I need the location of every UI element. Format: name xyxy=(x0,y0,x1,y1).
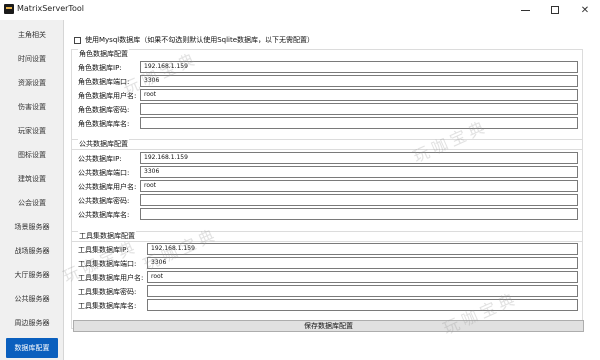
tools-db-group: 工具集数据库配置 工具集数据库IP: 192.168.1.159 工具集数据库端… xyxy=(71,231,583,329)
tools-db-password-input[interactable] xyxy=(147,285,578,297)
public-db-group-title: 公共数据库配置 xyxy=(78,139,129,149)
public-db-name-row: 公共数据库库名: xyxy=(78,208,578,220)
maximize-button[interactable] xyxy=(540,0,570,20)
tools-db-password-label: 工具集数据库密码: xyxy=(78,288,137,296)
public-db-group: 公共数据库配置 公共数据库IP: 192.168.1.159 公共数据库端口: … xyxy=(71,139,583,242)
sidebar-item-time[interactable]: 时间设置 xyxy=(0,49,64,69)
tools-db-port-label: 工具集数据库端口: xyxy=(78,260,137,268)
role-db-name-row: 角色数据库库名: xyxy=(78,117,578,129)
sidebar-item-icons[interactable]: 图标设置 xyxy=(0,145,64,165)
role-db-ip-input[interactable]: 192.168.1.159 xyxy=(140,61,578,73)
public-db-ip-row: 公共数据库IP: 192.168.1.159 xyxy=(78,152,578,164)
tools-db-user-row: 工具集数据库用户名: root xyxy=(78,271,578,283)
sidebar-item-buildings[interactable]: 建筑设置 xyxy=(0,169,64,189)
close-icon: ✕ xyxy=(580,4,590,16)
role-db-user-label: 角色数据库用户名: xyxy=(78,92,137,100)
public-db-port-label: 公共数据库端口: xyxy=(78,169,130,177)
role-db-password-label: 角色数据库密码: xyxy=(78,106,130,114)
tools-db-ip-label: 工具集数据库IP: xyxy=(78,246,129,254)
sidebar-item-database[interactable]: 数据库配置 xyxy=(6,338,58,358)
tools-db-port-input[interactable]: 3306 xyxy=(147,257,578,269)
public-db-user-row: 公共数据库用户名: root xyxy=(78,180,578,192)
public-db-password-row: 公共数据库密码: xyxy=(78,194,578,206)
minimize-button[interactable] xyxy=(510,0,540,20)
window-title: MatrixServerTool xyxy=(17,4,84,13)
close-button[interactable]: ✕ xyxy=(570,0,600,20)
public-db-ip-input[interactable]: 192.168.1.159 xyxy=(140,152,578,164)
public-db-port-input[interactable]: 3306 xyxy=(140,166,578,178)
role-db-user-row: 角色数据库用户名: root xyxy=(78,89,578,101)
sidebar-item-resources[interactable]: 资源设置 xyxy=(0,73,64,93)
role-db-name-input[interactable] xyxy=(140,117,578,129)
role-db-group-title: 角色数据库配置 xyxy=(78,49,129,59)
tools-db-ip-input[interactable]: 192.168.1.159 xyxy=(147,243,578,255)
public-db-name-input[interactable] xyxy=(140,208,578,220)
tools-db-group-title: 工具集数据库配置 xyxy=(78,231,136,241)
sidebar-item-damage[interactable]: 伤害设置 xyxy=(0,97,64,117)
role-db-port-row: 角色数据库端口: 3306 xyxy=(78,75,578,87)
tools-db-name-label: 工具集数据库库名: xyxy=(78,302,137,310)
save-db-config-button[interactable]: 保存数据库配置 xyxy=(73,320,584,332)
sidebar: 主角相关 时间设置 资源设置 伤害设置 玩家设置 图标设置 建筑设置 公会设置 … xyxy=(0,20,64,360)
app-icon xyxy=(4,4,14,14)
public-db-user-input[interactable]: root xyxy=(140,180,578,192)
tools-db-name-input[interactable] xyxy=(147,299,578,311)
sidebar-item-guild[interactable]: 公会设置 xyxy=(0,193,64,213)
sidebar-item-peripheral-server[interactable]: 周边服务器 xyxy=(0,313,64,333)
sidebar-item-battle-server[interactable]: 战场服务器 xyxy=(0,241,64,261)
maximize-icon xyxy=(551,6,559,14)
role-db-password-row: 角色数据库密码: xyxy=(78,103,578,115)
tools-db-user-input[interactable]: root xyxy=(147,271,578,283)
use-mysql-checkbox[interactable]: 使用Mysql数据库（如果不勾选则默认使用Sqlite数据库，以下无需配置） xyxy=(74,35,314,45)
tools-db-password-row: 工具集数据库密码: xyxy=(78,285,578,297)
role-db-port-input[interactable]: 3306 xyxy=(140,75,578,87)
minimize-icon xyxy=(520,9,530,11)
role-db-ip-row: 角色数据库IP: 192.168.1.159 xyxy=(78,61,578,73)
role-db-ip-label: 角色数据库IP: xyxy=(78,64,122,72)
sidebar-item-player[interactable]: 玩家设置 xyxy=(0,121,64,141)
public-db-user-label: 公共数据库用户名: xyxy=(78,183,137,191)
role-db-port-label: 角色数据库端口: xyxy=(78,78,130,86)
public-db-ip-label: 公共数据库IP: xyxy=(78,155,122,163)
sidebar-item-lobby-server[interactable]: 大厅服务器 xyxy=(0,265,64,285)
tools-db-ip-row: 工具集数据库IP: 192.168.1.159 xyxy=(78,243,578,255)
public-db-port-row: 公共数据库端口: 3306 xyxy=(78,166,578,178)
role-db-password-input[interactable] xyxy=(140,103,578,115)
title-bar: MatrixServerTool ✕ xyxy=(0,0,600,20)
tools-db-name-row: 工具集数据库库名: xyxy=(78,299,578,311)
sidebar-item-protagonist[interactable]: 主角相关 xyxy=(0,25,64,45)
role-db-user-input[interactable]: root xyxy=(140,89,578,101)
public-db-name-label: 公共数据库库名: xyxy=(78,211,130,219)
main-panel: 使用Mysql数据库（如果不勾选则默认使用Sqlite数据库，以下无需配置） 角… xyxy=(64,20,600,360)
public-db-password-input[interactable] xyxy=(140,194,578,206)
sidebar-item-public-server[interactable]: 公共服务器 xyxy=(0,289,64,309)
tools-db-port-row: 工具集数据库端口: 3306 xyxy=(78,257,578,269)
use-mysql-label: 使用Mysql数据库（如果不勾选则默认使用Sqlite数据库，以下无需配置） xyxy=(85,36,315,44)
tools-db-user-label: 工具集数据库用户名: xyxy=(78,274,144,282)
role-db-group: 角色数据库配置 角色数据库IP: 192.168.1.159 角色数据库端口: … xyxy=(71,49,583,150)
role-db-name-label: 角色数据库库名: xyxy=(78,120,130,128)
sidebar-item-scene-server[interactable]: 场景服务器 xyxy=(0,217,64,237)
checkbox-box[interactable] xyxy=(74,36,81,44)
public-db-password-label: 公共数据库密码: xyxy=(78,197,130,205)
